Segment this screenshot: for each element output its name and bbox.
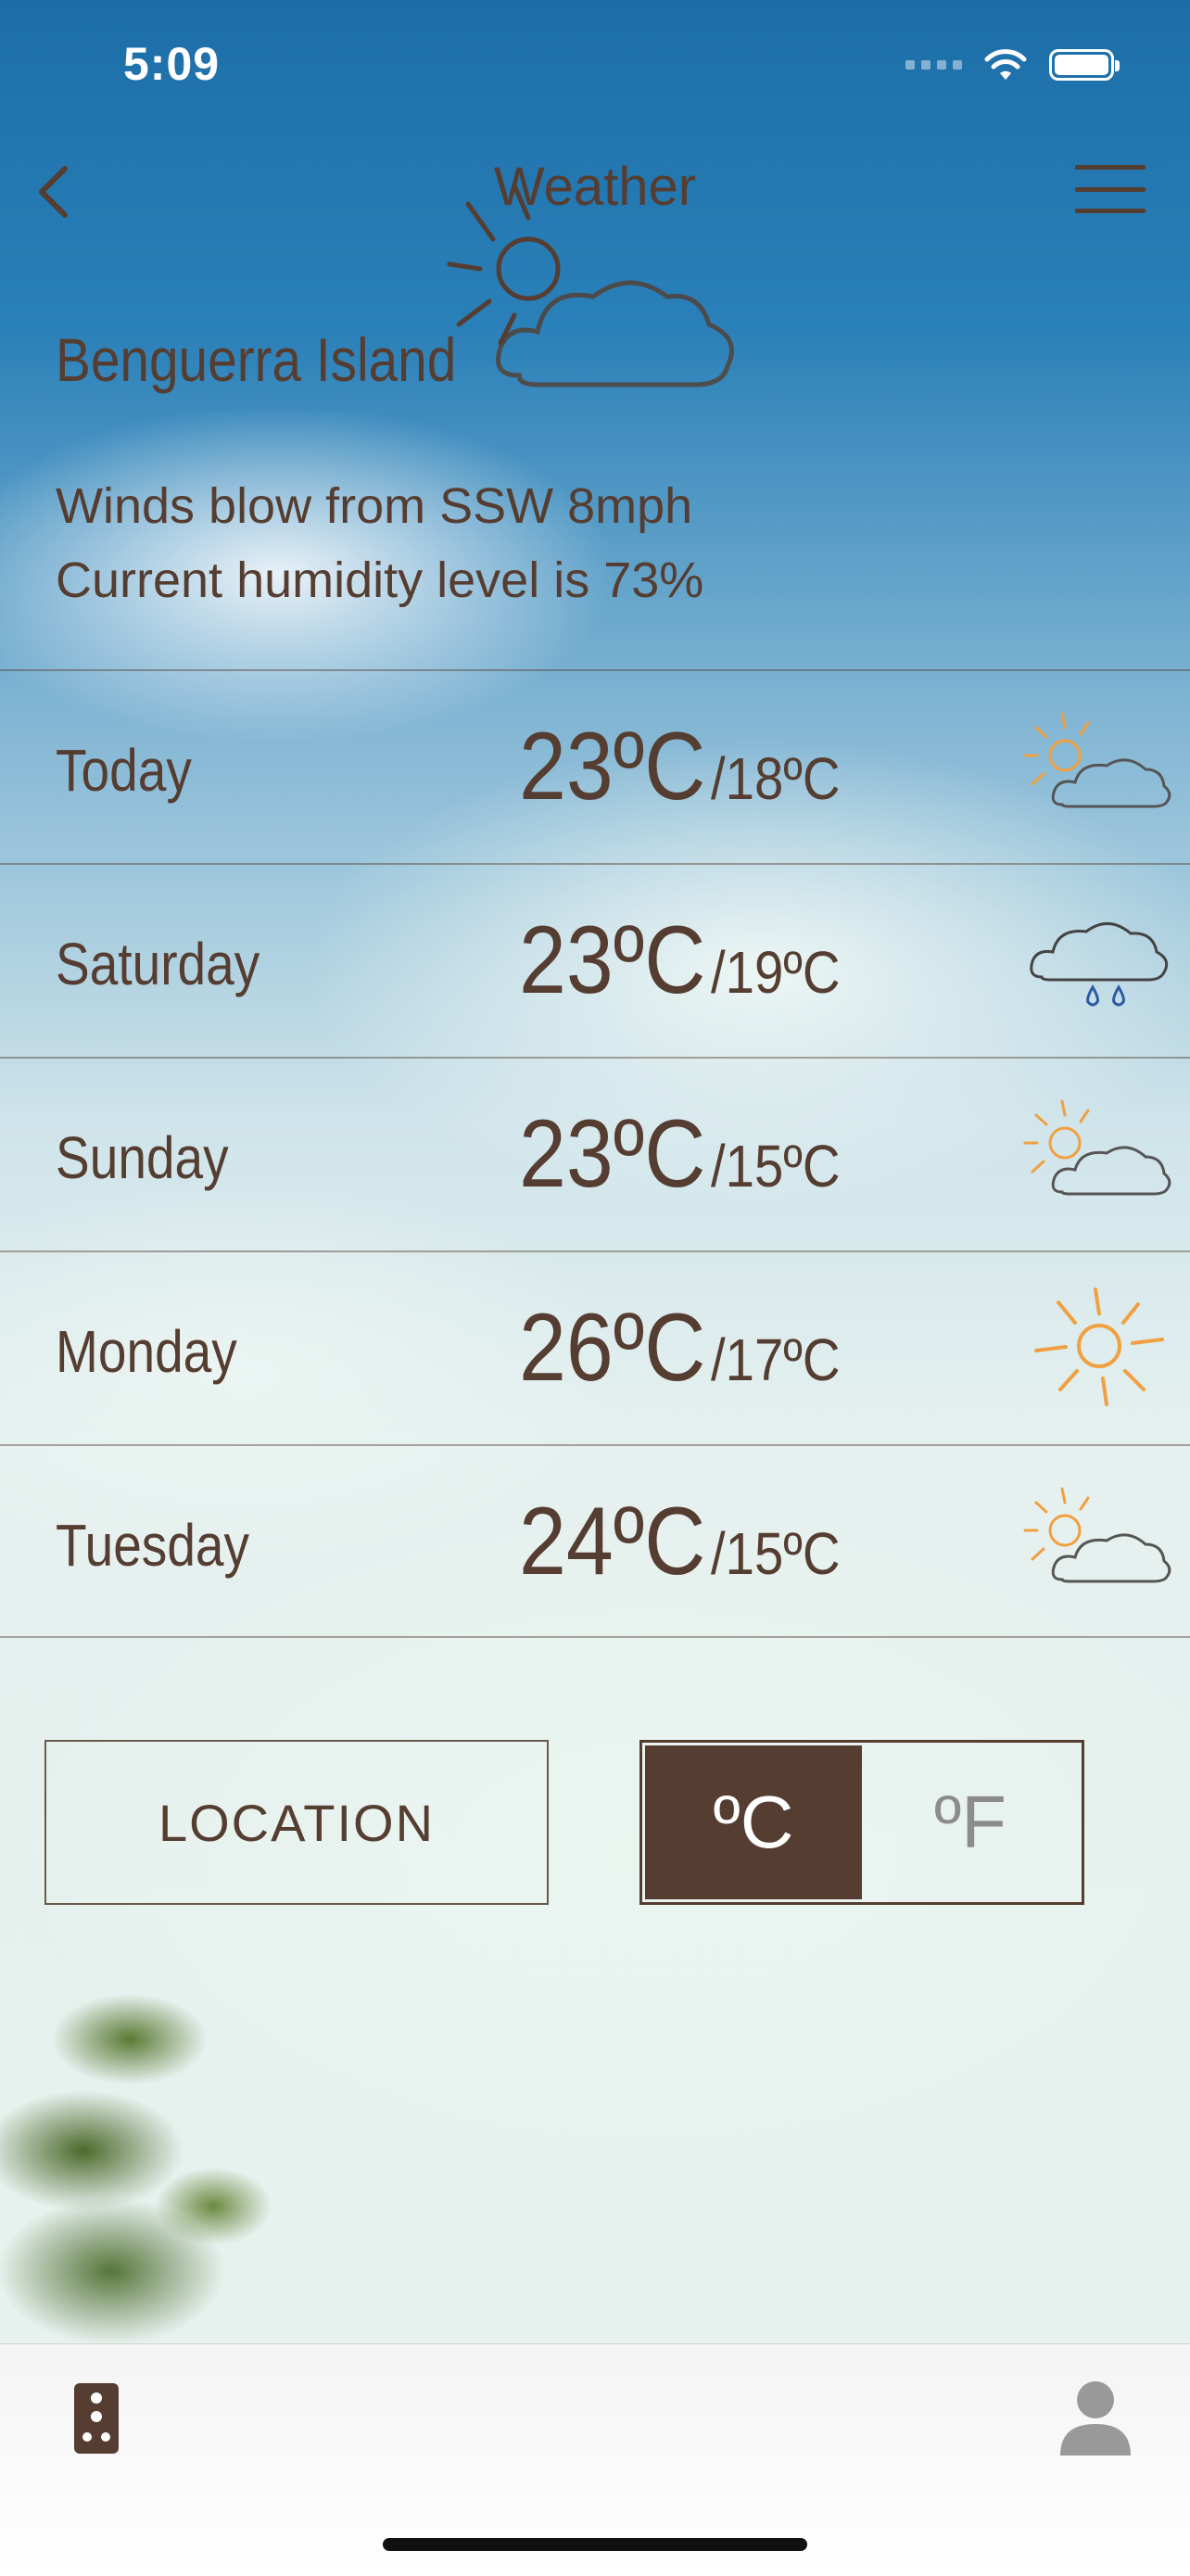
partly-cloudy-icon xyxy=(1023,1099,1171,1196)
forecast-temps: 23ºC/18ºC xyxy=(519,712,857,822)
location-button[interactable]: LOCATION xyxy=(44,1740,549,1905)
forecast-low: /15ºC xyxy=(710,1520,841,1587)
forecast-high: 26ºC xyxy=(519,1294,706,1402)
partly-cloudy-icon xyxy=(447,183,734,387)
forecast-day: Tuesday xyxy=(56,1512,250,1579)
user-profile-icon[interactable] xyxy=(1058,2378,1133,2457)
tree-foliage xyxy=(0,1928,334,2343)
forecast-day: Today xyxy=(56,737,192,804)
status-icons xyxy=(905,48,1120,82)
home-indicator xyxy=(383,2538,807,2551)
forecast-day: Saturday xyxy=(56,931,260,997)
status-time: 5:09 xyxy=(123,38,221,90)
forecast-low: /17ºC xyxy=(710,1326,841,1393)
forecast-temps: 23ºC/15ºC xyxy=(519,1099,857,1210)
forecast-day: Monday xyxy=(56,1318,237,1385)
status-bar: 5:09 xyxy=(0,0,1190,130)
forecast-day: Sunday xyxy=(56,1124,229,1191)
battery-icon xyxy=(1049,49,1120,81)
forecast-temps: 23ºC/19ºC xyxy=(519,906,857,1016)
forecast-row-saturday[interactable]: Saturday 23ºC/19ºC xyxy=(0,863,1190,1057)
humidity-info: Current humidity level is 73% xyxy=(56,552,704,608)
sun-icon xyxy=(1034,1288,1164,1406)
rain-cloud-icon xyxy=(1030,922,1169,1007)
signal-icon xyxy=(905,60,962,70)
forecast-list: Today 23ºC/18ºC Saturday 23ºC/19ºC Sunda… xyxy=(0,669,1190,1638)
partly-cloudy-icon xyxy=(1023,1487,1171,1583)
weather-info: Winds blow from SSW 8mph Current humidit… xyxy=(56,469,703,617)
hamburger-menu-icon xyxy=(1075,165,1146,170)
menu-button[interactable] xyxy=(1075,165,1146,213)
unit-toggle[interactable]: ºC ºF xyxy=(639,1740,1084,1905)
forecast-low: /18ºC xyxy=(710,745,841,812)
forecast-row-monday[interactable]: Monday 26ºC/17ºC xyxy=(0,1250,1190,1444)
forecast-row-sunday[interactable]: Sunday 23ºC/15ºC xyxy=(0,1057,1190,1250)
wifi-icon xyxy=(984,49,1027,80)
forecast-row-today[interactable]: Today 23ºC/18ºC xyxy=(0,669,1190,863)
location-name: Benguerra Island xyxy=(56,325,457,394)
forecast-high: 23ºC xyxy=(519,713,706,820)
forecast-high: 23ºC xyxy=(519,907,706,1014)
forecast-low: /19ºC xyxy=(710,939,841,1006)
wind-info: Winds blow from SSW 8mph xyxy=(56,478,693,534)
forecast-low: /15ºC xyxy=(710,1133,841,1199)
remote-control-icon[interactable] xyxy=(70,2381,122,2455)
forecast-high: 23ºC xyxy=(519,1100,706,1208)
celsius-option[interactable]: ºC xyxy=(645,1745,862,1899)
forecast-row-tuesday[interactable]: Tuesday 24ºC/15ºC xyxy=(0,1444,1190,1638)
partly-cloudy-icon xyxy=(1023,712,1171,808)
forecast-high: 24ºC xyxy=(519,1488,706,1595)
forecast-temps: 24ºC/15ºC xyxy=(519,1487,857,1597)
fahrenheit-option[interactable]: ºF xyxy=(862,1745,1079,1899)
forecast-temps: 26ºC/17ºC xyxy=(519,1293,857,1403)
